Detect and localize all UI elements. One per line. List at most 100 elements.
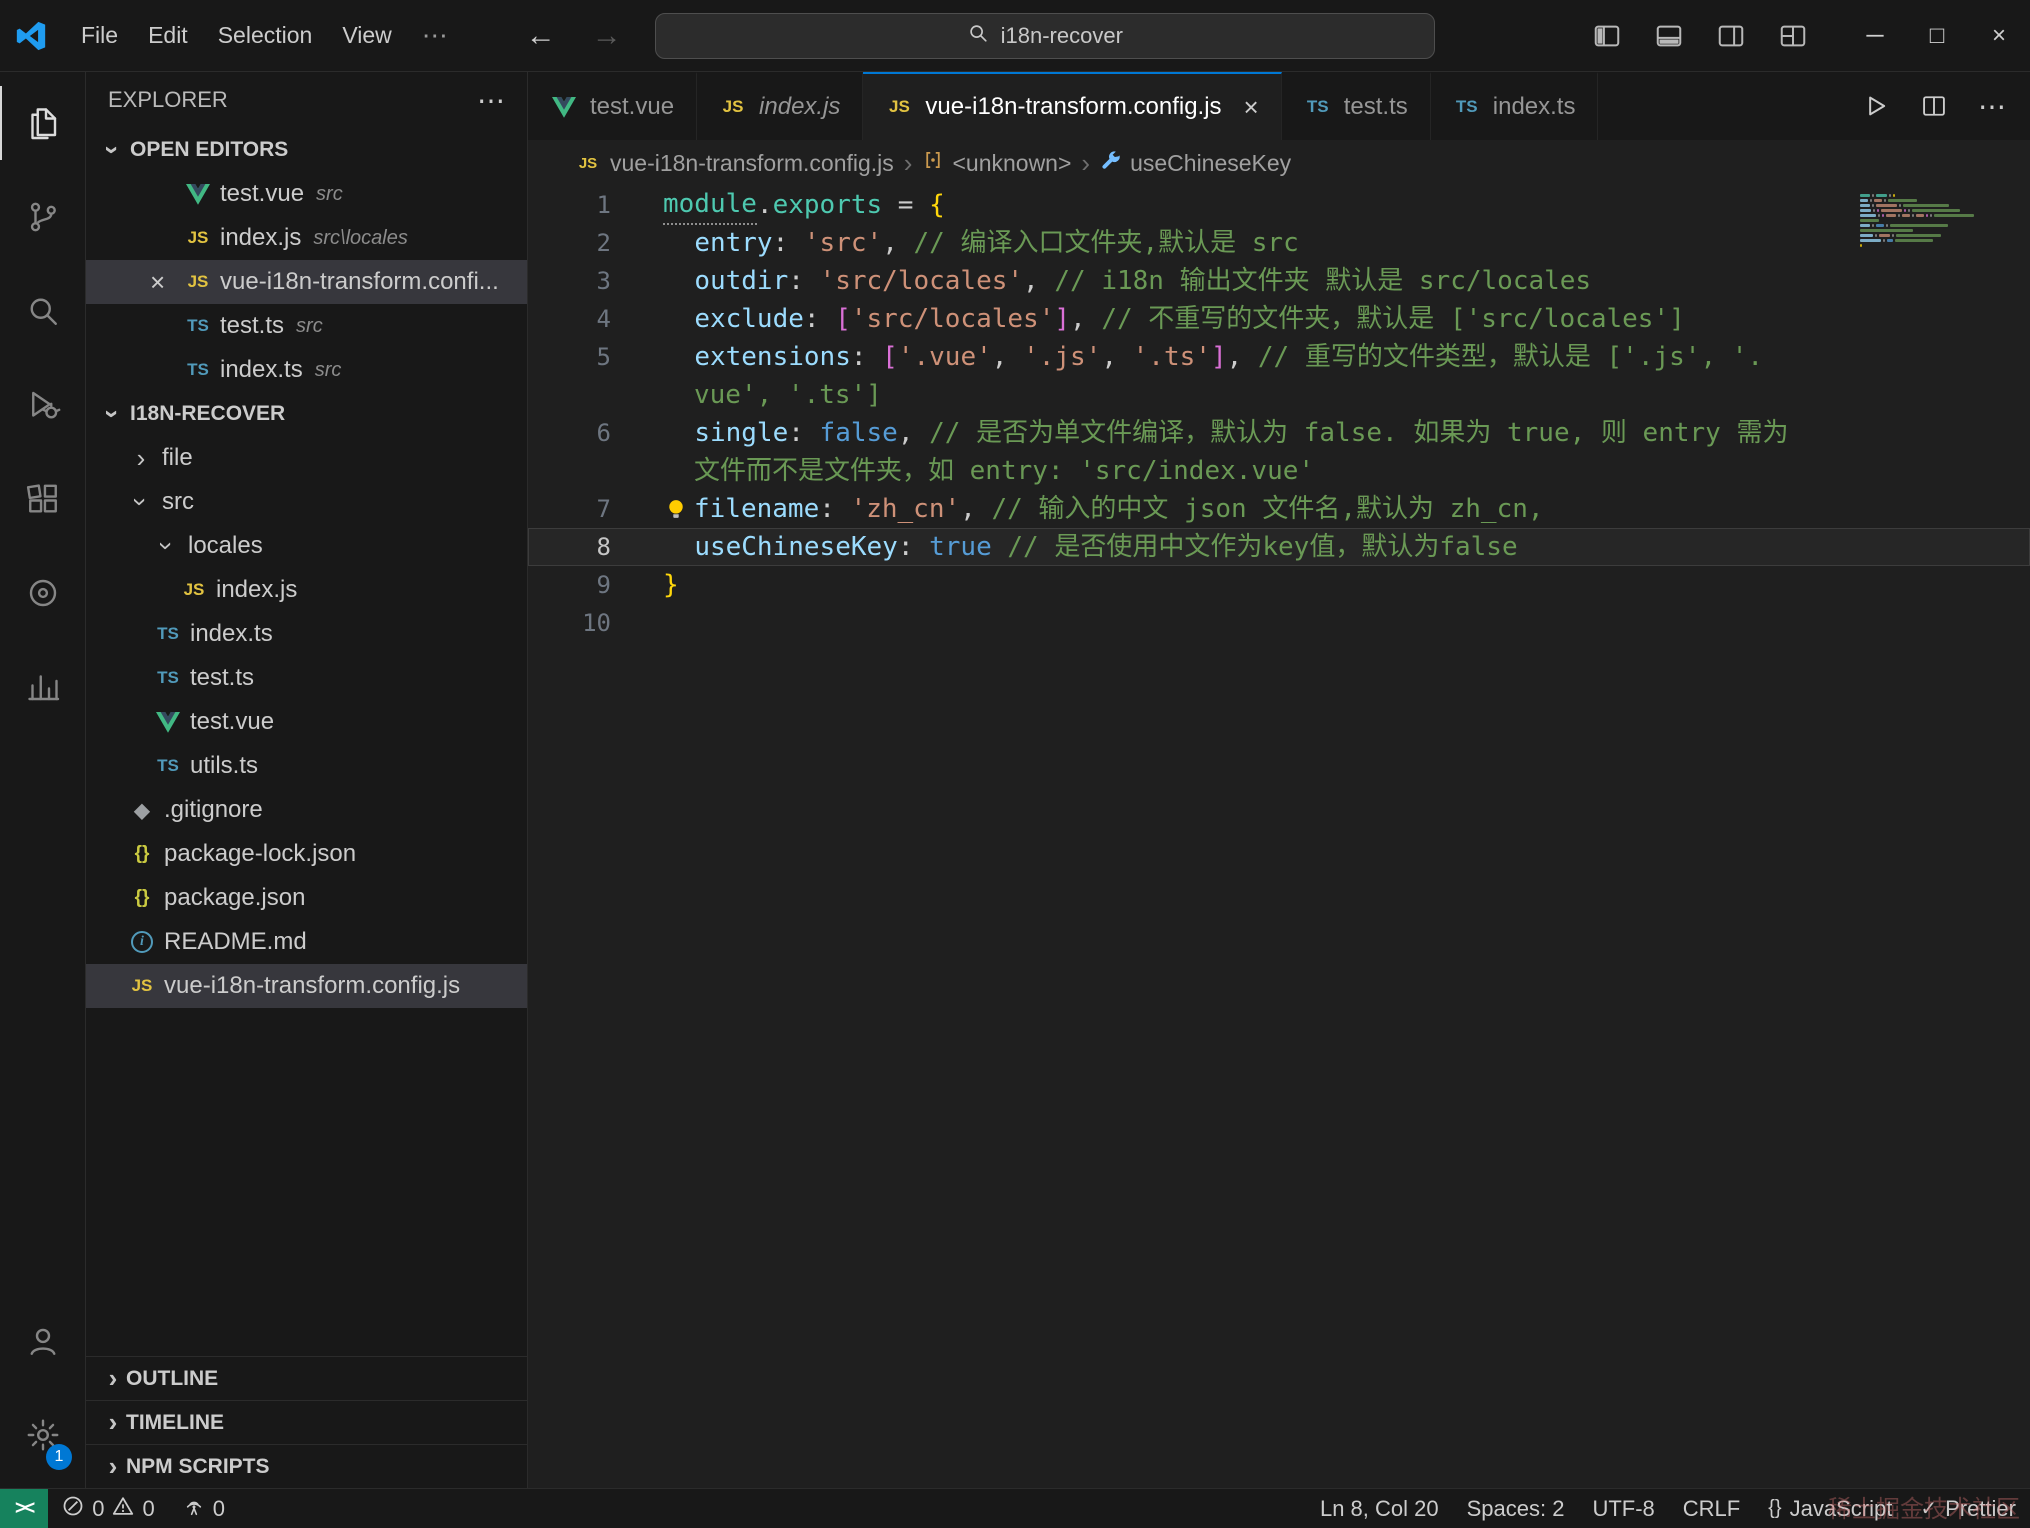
line-number[interactable]: [528, 376, 663, 414]
tab-label: index.js: [759, 93, 840, 121]
file-item[interactable]: {}package.json: [86, 876, 527, 920]
folder-item[interactable]: ›src: [86, 480, 527, 524]
code-line[interactable]: 1module.exports = {: [528, 186, 2030, 224]
folder-item[interactable]: ›locales: [86, 524, 527, 568]
command-center-search[interactable]: i18n-recover: [655, 13, 1435, 59]
open-editors-header[interactable]: › OPEN EDITORS: [86, 128, 527, 172]
toggle-panel-icon[interactable]: [1654, 21, 1684, 51]
breadcrumb-item[interactable]: useChineseKey: [1100, 149, 1291, 177]
code-line[interactable]: 6 single: false, // 是否为单文件编译，默认为 false. …: [528, 414, 2030, 452]
maximize-button[interactable]: □: [1906, 0, 1968, 72]
stats-icon[interactable]: [0, 640, 86, 734]
code-line[interactable]: 4 exclude: ['src/locales'], // 不重写的文件夹，默…: [528, 300, 2030, 338]
tab-test.vue[interactable]: test.vue: [528, 72, 697, 140]
indentation[interactable]: Spaces: 2: [1453, 1489, 1579, 1528]
line-number[interactable]: 10: [528, 604, 663, 642]
close-window-button[interactable]: ×: [1968, 0, 2030, 72]
file-item[interactable]: TStest.ts: [86, 656, 527, 700]
project-header[interactable]: › I18N-RECOVER: [86, 392, 527, 436]
folder-item[interactable]: ›file: [86, 436, 527, 480]
more-actions-icon[interactable]: ⋯: [477, 84, 505, 117]
code-line[interactable]: 2 entry: 'src', // 编译入口文件夹,默认是 src: [528, 224, 2030, 262]
lightbulb-icon[interactable]: [663, 490, 694, 528]
breadcrumb-item[interactable]: JSvue-i18n-transform.config.js: [574, 150, 894, 177]
section-outline[interactable]: ›OUTLINE: [86, 1356, 527, 1400]
cursor-position[interactable]: Ln 8, Col 20: [1306, 1489, 1453, 1528]
formatter[interactable]: ✓Prettier: [1906, 1489, 2030, 1528]
back-icon[interactable]: ←: [523, 19, 559, 53]
remote-explorer-icon[interactable]: [0, 546, 86, 640]
open-editor-item[interactable]: ×JSvue-i18n-transform.confi...: [86, 260, 527, 304]
code-line[interactable]: 3 outdir: 'src/locales', // i18n 输出文件夹 默…: [528, 262, 2030, 300]
file-item[interactable]: {}package-lock.json: [86, 832, 527, 876]
line-number[interactable]: 6: [528, 414, 663, 452]
language-mode[interactable]: {}JavaScript: [1754, 1489, 1906, 1528]
line-number[interactable]: 1: [528, 186, 663, 224]
code-line[interactable]: 8 useChineseKey: true // 是否使用中文作为key值，默认…: [528, 528, 2030, 566]
toggle-sidebar-icon[interactable]: [1592, 21, 1622, 51]
breadcrumb-item[interactable]: <unknown>: [922, 149, 1071, 177]
open-editor-item[interactable]: test.vuesrc: [86, 172, 527, 216]
forward-icon[interactable]: →: [589, 19, 625, 53]
line-number[interactable]: [528, 452, 663, 490]
file-item[interactable]: JSindex.js: [86, 568, 527, 612]
file-item[interactable]: test.vue: [86, 700, 527, 744]
tab-index.js[interactable]: JSindex.js: [697, 72, 863, 140]
open-editor-item[interactable]: TSindex.tssrc: [86, 348, 527, 392]
extensions-icon[interactable]: [0, 452, 86, 546]
minimap[interactable]: [1860, 194, 2012, 254]
file-item[interactable]: ◆.gitignore: [86, 788, 527, 832]
tab-vue-i18n-transform.config.js[interactable]: JSvue-i18n-transform.config.js×: [863, 72, 1281, 140]
open-editor-item[interactable]: TStest.tssrc: [86, 304, 527, 348]
ports-indicator[interactable]: 0: [169, 1489, 239, 1528]
minimize-button[interactable]: ─: [1844, 0, 1906, 72]
line-number[interactable]: 4: [528, 300, 663, 338]
line-number[interactable]: 9: [528, 566, 663, 604]
file-item[interactable]: JSvue-i18n-transform.config.js: [86, 964, 527, 1008]
line-number[interactable]: 8: [528, 528, 663, 566]
settings-icon[interactable]: 1: [0, 1388, 86, 1482]
encoding[interactable]: UTF-8: [1578, 1489, 1668, 1528]
problems-indicator[interactable]: 00: [48, 1489, 169, 1528]
file-item[interactable]: TSutils.ts: [86, 744, 527, 788]
menu-view[interactable]: View: [327, 15, 406, 57]
line-number[interactable]: 3: [528, 262, 663, 300]
search-icon[interactable]: [0, 264, 86, 358]
menu-edit[interactable]: Edit: [133, 15, 203, 57]
code-text: filename: 'zh_cn', // 输入的中文 json 文件名,默认为…: [663, 490, 1544, 528]
line-number[interactable]: 5: [528, 338, 663, 376]
explorer-icon[interactable]: [0, 76, 86, 170]
code-line[interactable]: 10: [528, 604, 2030, 642]
accounts-icon[interactable]: [0, 1294, 86, 1388]
section-timeline[interactable]: ›TIMELINE: [86, 1400, 527, 1444]
code-line[interactable]: 文件而不是文件夹，如 entry: 'src/index.vue': [528, 452, 2030, 490]
run-debug-icon[interactable]: [0, 358, 86, 452]
remote-indicator[interactable]: ><: [0, 1489, 48, 1528]
source-control-icon[interactable]: [0, 170, 86, 264]
split-editor-button[interactable]: [1920, 92, 1948, 120]
run-button[interactable]: [1862, 92, 1890, 120]
tab-test.ts[interactable]: TStest.ts: [1282, 72, 1431, 140]
toggle-secondary-sidebar-icon[interactable]: [1716, 21, 1746, 51]
menu-more-icon[interactable]: ⋯: [407, 15, 463, 57]
code-line[interactable]: 7filename: 'zh_cn', // 输入的中文 json 文件名,默认…: [528, 490, 2030, 528]
editor-more-actions-icon[interactable]: ⋯: [1978, 90, 2006, 123]
customize-layout-icon[interactable]: [1778, 21, 1808, 51]
item-label: package.json: [164, 884, 305, 912]
file-item[interactable]: TSindex.ts: [86, 612, 527, 656]
eol[interactable]: CRLF: [1669, 1489, 1754, 1528]
tab-index.ts[interactable]: TSindex.ts: [1431, 72, 1599, 140]
editor[interactable]: 1module.exports = {2 entry: 'src', // 编译…: [528, 186, 2030, 1488]
close-icon[interactable]: ×: [150, 267, 184, 298]
menu-selection[interactable]: Selection: [203, 15, 328, 57]
open-editor-item[interactable]: JSindex.jssrc\locales: [86, 216, 527, 260]
file-item[interactable]: iREADME.md: [86, 920, 527, 964]
code-line[interactable]: 9}: [528, 566, 2030, 604]
menu-file[interactable]: File: [66, 15, 133, 57]
code-line[interactable]: 5 extensions: ['.vue', '.js', '.ts'], //…: [528, 338, 2030, 376]
section-npm-scripts[interactable]: ›NPM SCRIPTS: [86, 1444, 527, 1488]
line-number[interactable]: 2: [528, 224, 663, 262]
line-number[interactable]: 7: [528, 490, 663, 528]
code-line[interactable]: vue', '.ts']: [528, 376, 2030, 414]
close-icon[interactable]: ×: [1244, 92, 1259, 123]
